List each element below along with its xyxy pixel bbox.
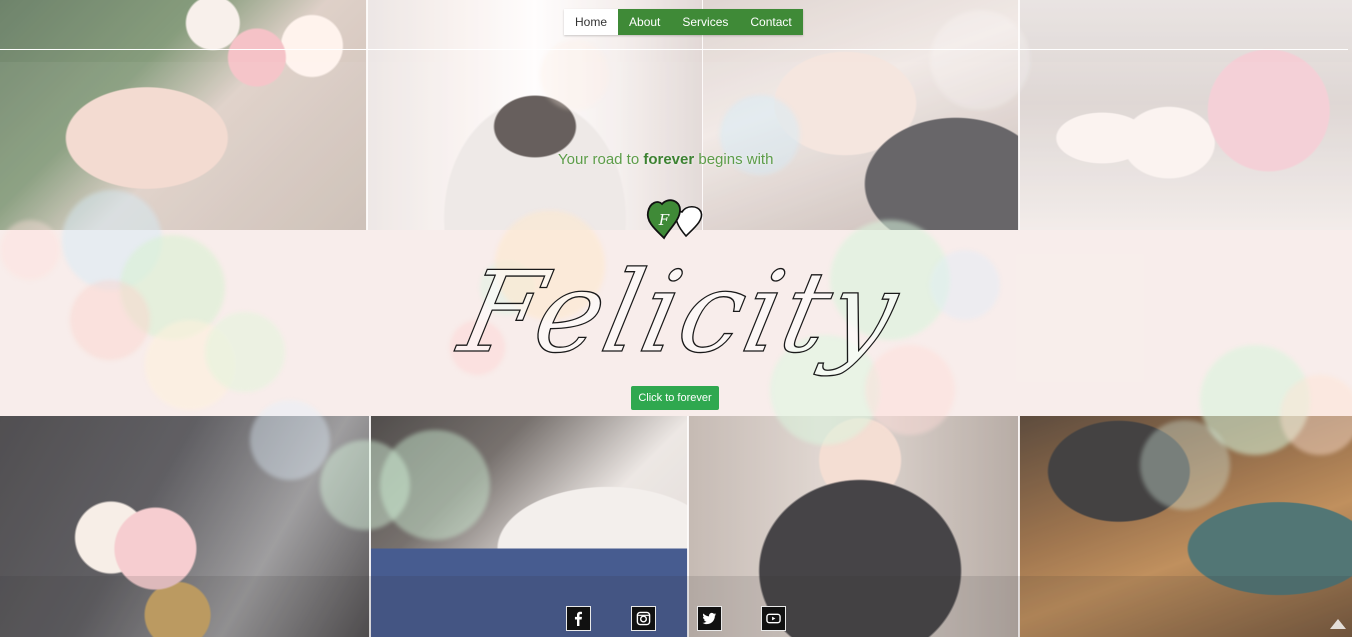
heart-letter: F (658, 211, 670, 229)
tagline-suffix: begins with (694, 151, 774, 168)
nav-divider (0, 49, 1348, 50)
landing-page: Home About Services Contact Your road to… (0, 0, 1352, 637)
hero-tagline: Your road to forever begins with (558, 151, 773, 168)
twitter-button[interactable] (697, 606, 722, 631)
scroll-up-icon[interactable] (1330, 619, 1346, 629)
nav-about[interactable]: About (618, 9, 672, 35)
brand-wordmark: Felicity (449, 247, 910, 378)
hearts-logo-icon: F (646, 199, 703, 240)
nav-contact[interactable]: Contact (739, 9, 803, 35)
tagline-prefix: Your road to (558, 151, 644, 168)
facebook-button[interactable] (566, 606, 591, 631)
nav-home[interactable]: Home (564, 9, 619, 35)
tagline-emphasis: forever (643, 151, 695, 168)
facebook-icon (574, 611, 582, 626)
click-to-forever-button[interactable]: Click to forever (631, 386, 719, 410)
instagram-button[interactable] (631, 606, 656, 631)
twitter-icon (702, 612, 717, 625)
main-nav: Home About Services Contact (564, 9, 803, 35)
footer-overlay (0, 576, 1352, 637)
nav-services[interactable]: Services (671, 9, 740, 35)
youtube-icon (766, 613, 781, 624)
instagram-icon (636, 611, 651, 626)
youtube-button[interactable] (761, 606, 786, 631)
